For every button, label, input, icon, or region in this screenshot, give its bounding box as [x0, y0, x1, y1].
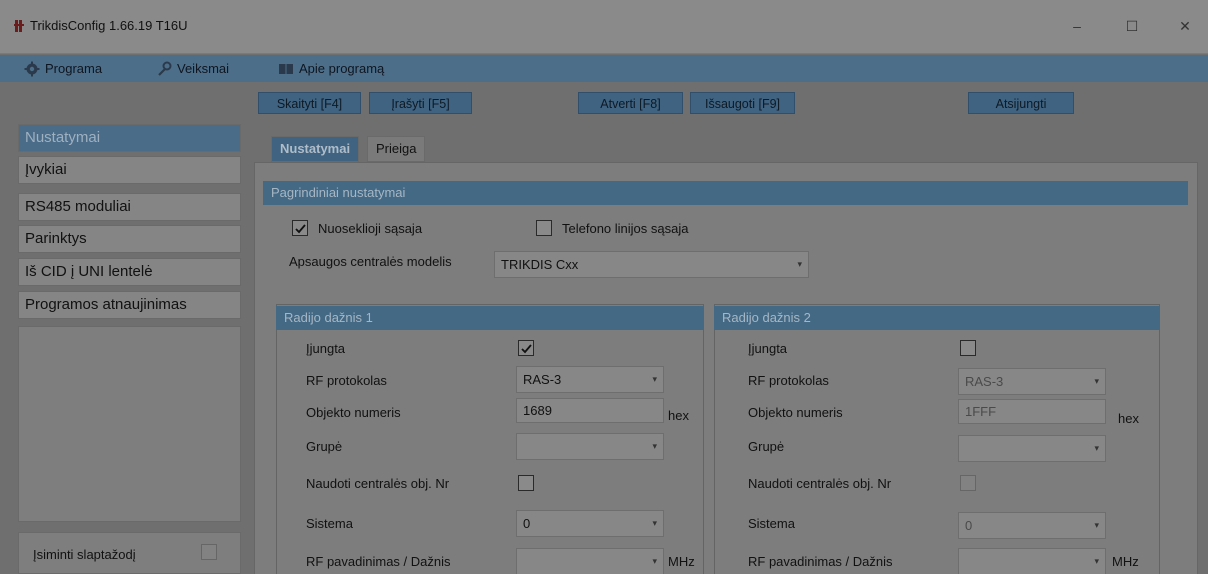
serial-interface-label: Nuoseklioji sąsaja [318, 221, 423, 236]
sidebar-item-cid-uni[interactable]: Iš CID į UNI lentelė [18, 258, 241, 286]
radio2-object-input[interactable]: 1FFF [958, 399, 1106, 424]
remember-password-label: Įsiminti slaptažodį [33, 547, 136, 562]
trikdis-app-icon [14, 20, 24, 32]
radio2-object-label: Objekto numeris [748, 405, 843, 420]
radio2-rf-name-label: RF pavadinimas / Dažnis [748, 554, 893, 569]
radio1-header: Radijo dažnis 1 [276, 306, 704, 330]
chevron-down-icon: ▾ [1094, 443, 1099, 453]
sidebar-item-parinktys[interactable]: Parinktys [18, 225, 241, 253]
radio2-hex-unit: hex [1118, 411, 1139, 426]
chevron-down-icon: ▾ [1094, 520, 1099, 530]
disconnect-button[interactable]: Atsijungti [968, 92, 1074, 114]
chevron-down-icon: ▾ [652, 374, 657, 384]
radio1-system-label: Sistema [306, 516, 353, 531]
radio1-protocol-value: RAS-3 [523, 372, 562, 387]
panel-model-label: Apsaugos centralės modelis [289, 254, 452, 269]
radio2-group-dropdown[interactable]: ▾ [958, 435, 1106, 462]
read-button[interactable]: Skaityti [F4] [258, 92, 361, 114]
check-icon [295, 224, 306, 234]
radio1-enabled-checkbox[interactable] [518, 340, 534, 356]
tab-prieiga[interactable]: Prieiga [367, 136, 426, 162]
chevron-down-icon: ▾ [652, 518, 657, 528]
radio2-mhz-unit: MHz [1112, 554, 1139, 569]
radio2-system-dropdown[interactable]: 0 ▾ [958, 512, 1106, 539]
title-bar: TrikdisConfig 1.66.19 T16U – ☐ ✕ [0, 0, 1208, 54]
chevron-down-icon: ▾ [797, 259, 802, 269]
wrench-icon [158, 61, 172, 76]
radio1-mhz-unit: MHz [668, 554, 695, 569]
sidebar-item-nustatymai[interactable]: Nustatymai [18, 124, 241, 152]
sidebar-item-ivykiai[interactable]: Įvykiai [18, 156, 241, 184]
radio2-rf-name-dropdown[interactable]: ▾ [958, 548, 1106, 574]
maximize-button[interactable]: ☐ [1117, 14, 1147, 38]
radio1-system-value: 0 [523, 516, 531, 531]
write-button[interactable]: Įrašyti [F5] [369, 92, 472, 114]
radio1-enabled-label: Įjungta [306, 341, 346, 356]
radio2-enabled-label: Įjungta [748, 341, 788, 356]
sidebar-item-atnaujinimas[interactable]: Programos atnaujinimas [18, 291, 241, 319]
radio1-use-panel-label: Naudoti centralės obj. Nr [306, 476, 450, 491]
menu-veiksmai-label: Veiksmai [177, 61, 230, 76]
remember-password-box: Įsiminti slaptažodį [18, 532, 241, 574]
gear-icon [24, 61, 40, 76]
sidebar-empty-panel [18, 326, 241, 522]
phone-interface-label: Telefono linijos sąsaja [562, 221, 689, 236]
chevron-down-icon: ▾ [1094, 556, 1099, 566]
serial-interface-checkbox[interactable] [292, 220, 308, 236]
open-button[interactable]: Atverti [F8] [578, 92, 683, 114]
radio1-hex-unit: hex [668, 408, 689, 423]
radio1-group-dropdown[interactable]: ▾ [516, 433, 664, 460]
book-icon [279, 63, 293, 74]
check-icon [521, 344, 532, 354]
radio1-group-label: Grupė [306, 439, 343, 454]
tab-nustatymai[interactable]: Nustatymai [271, 136, 360, 162]
chevron-down-icon: ▾ [1094, 376, 1099, 386]
menu-apie[interactable]: Apie programą [278, 55, 384, 82]
sidebar-item-rs485[interactable]: RS485 moduliai [18, 193, 241, 221]
radio1-rf-name-label: RF pavadinimas / Dažnis [306, 554, 451, 569]
remember-password-checkbox[interactable] [201, 544, 217, 560]
radio2-system-value: 0 [965, 518, 973, 533]
menu-programa[interactable]: Programa [24, 55, 102, 82]
radio2-system-label: Sistema [748, 516, 795, 531]
radio1-object-label: Objekto numeris [306, 405, 401, 420]
radio2-protocol-label: RF protokolas [748, 373, 829, 388]
radio2-protocol-dropdown[interactable]: RAS-3 ▾ [958, 368, 1106, 395]
radio1-object-input[interactable]: 1689 [516, 398, 664, 423]
radio2-use-panel-label: Naudoti centralės obj. Nr [748, 476, 892, 491]
phone-interface-checkbox[interactable] [536, 220, 552, 236]
section-header-main: Pagrindiniai nustatymai [263, 181, 1188, 205]
save-button[interactable]: Išsaugoti [F9] [690, 92, 795, 114]
chevron-down-icon: ▾ [652, 441, 657, 451]
radio1-protocol-dropdown[interactable]: RAS-3 ▾ [516, 366, 664, 393]
chevron-down-icon: ▾ [652, 556, 657, 566]
radio1-rf-name-dropdown[interactable]: ▾ [516, 548, 664, 574]
radio1-protocol-label: RF protokolas [306, 373, 387, 388]
panel-model-value: TRIKDIS Cxx [501, 257, 579, 272]
menu-bar: Programa Veiksmai Apie programą [0, 55, 1208, 82]
panel-model-dropdown[interactable]: TRIKDIS Cxx ▾ [494, 251, 809, 278]
radio1-system-dropdown[interactable]: 0 ▾ [516, 510, 664, 537]
window-title: TrikdisConfig 1.66.19 T16U [30, 18, 188, 33]
radio2-use-panel-checkbox[interactable] [960, 475, 976, 491]
radio2-protocol-value: RAS-3 [965, 374, 1004, 389]
radio1-use-panel-checkbox[interactable] [518, 475, 534, 491]
radio2-header: Radijo dažnis 2 [714, 306, 1160, 330]
radio2-group-label: Grupė [748, 439, 785, 454]
menu-veiksmai[interactable]: Veiksmai [156, 55, 229, 82]
menu-apie-label: Apie programą [299, 61, 385, 76]
minimize-button[interactable]: – [1062, 14, 1092, 38]
close-button[interactable]: ✕ [1170, 14, 1200, 38]
menu-programa-label: Programa [45, 61, 103, 76]
radio2-enabled-checkbox[interactable] [960, 340, 976, 356]
